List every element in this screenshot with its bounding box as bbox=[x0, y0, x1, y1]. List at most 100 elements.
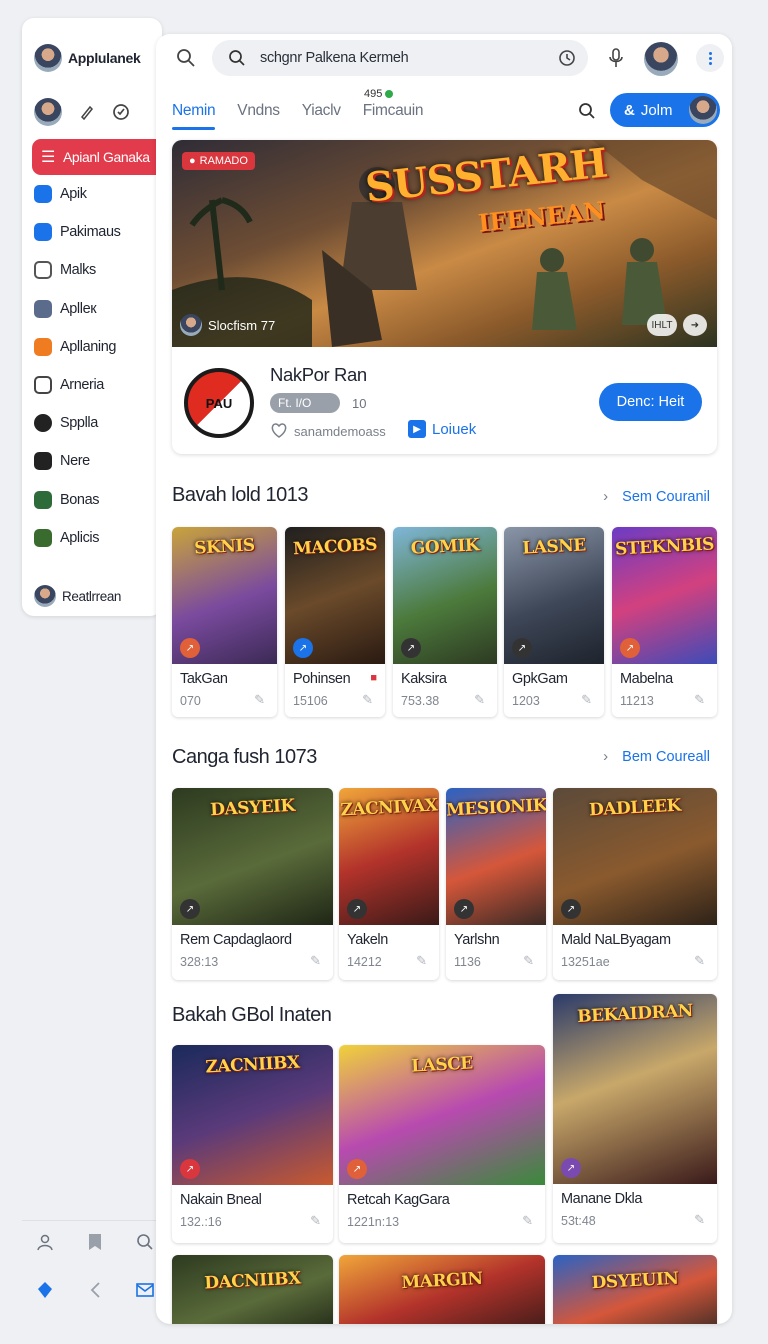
history-icon[interactable] bbox=[558, 49, 576, 71]
featured-card[interactable]: SUSSTARH IFENEAN ● RAMADO Slocfism 77 IH… bbox=[172, 140, 717, 454]
sidebar-item[interactable]: Arneria› bbox=[34, 366, 162, 404]
game-card[interactable]: ZACNIVAX ↗ Yakeln 14212 ✎ bbox=[339, 788, 439, 980]
person-icon[interactable] bbox=[36, 1233, 54, 1251]
sidebar-user[interactable]: Reatlrrean bbox=[34, 585, 121, 607]
check-circle-icon[interactable] bbox=[112, 103, 130, 121]
tab-2[interactable]: Yiaclv bbox=[302, 102, 341, 128]
edit-icon[interactable]: ✎ bbox=[416, 953, 427, 969]
game-thumbnail: DSYEUIN bbox=[553, 1255, 717, 1324]
mail-icon[interactable] bbox=[136, 1281, 154, 1299]
game-card[interactable]: DASYEIK ↗ Rem Capdaglaord 328:13 ✎ bbox=[172, 788, 333, 980]
game-card[interactable]: DADLEEK ↗ Mald NaLByagam 13251ae ✎ bbox=[553, 788, 717, 980]
game-count: 13251ae bbox=[561, 955, 610, 969]
game-card[interactable]: SKNIS ↗ TakGan 070 ✎ bbox=[172, 527, 277, 717]
black-square-icon bbox=[34, 452, 52, 471]
game-count: 15106 bbox=[293, 694, 328, 708]
mic-icon[interactable] bbox=[608, 48, 624, 73]
tab-3[interactable]: Fimcauin bbox=[363, 102, 424, 128]
bookmark-icon[interactable] bbox=[86, 1233, 104, 1251]
edit-icon[interactable]: ✎ bbox=[310, 953, 321, 969]
game-card[interactable]: DSYEUIN bbox=[553, 1255, 717, 1324]
sidebar-item[interactable]: Pakimaus› bbox=[34, 213, 162, 251]
back-icon[interactable] bbox=[86, 1281, 104, 1299]
sidebar-item[interactable]: Aplicis› bbox=[34, 519, 162, 557]
search-input[interactable]: schgnr Palkena Kermeh bbox=[212, 40, 588, 76]
avatar[interactable] bbox=[34, 44, 62, 72]
banner-control-button[interactable]: IHLT bbox=[647, 314, 677, 336]
game-thumbnail: STEKNBIS ↗ bbox=[612, 527, 717, 664]
game-name: Yarlshn bbox=[454, 932, 500, 948]
heart-icon[interactable] bbox=[270, 422, 288, 441]
chevron-right-icon: › bbox=[603, 488, 609, 505]
sidebar-header: Applulanek bbox=[34, 44, 141, 72]
search-icon[interactable] bbox=[176, 48, 196, 73]
profile-avatar[interactable] bbox=[34, 98, 62, 126]
game-card[interactable]: MARGIN bbox=[339, 1255, 545, 1324]
game-thumbnail: SKNIS ↗ bbox=[172, 527, 277, 664]
game-thumbnail: ZACNIVAX ↗ bbox=[339, 788, 439, 925]
banner-footer: Slocfism 77 bbox=[180, 314, 275, 336]
genre-badge-icon: ↗ bbox=[293, 638, 313, 658]
edit-icon[interactable]: ✎ bbox=[474, 692, 485, 708]
see-all-link[interactable]: › Bem Coureall bbox=[603, 748, 710, 765]
app-logo: PAU bbox=[184, 368, 254, 438]
sidebar-item[interactable]: Apllaning› bbox=[34, 328, 162, 366]
game-art-title: LASNE bbox=[521, 535, 587, 559]
edit-icon[interactable]: ✎ bbox=[694, 692, 705, 708]
game-card[interactable]: ZACNIIBX ↗ Nakain Bneal 132.:16 ✎ bbox=[172, 1045, 333, 1243]
person-icon bbox=[34, 223, 52, 242]
edit-icon[interactable]: ✎ bbox=[310, 1213, 321, 1229]
sidebar-item[interactable]: Malks› bbox=[34, 251, 162, 289]
rating-pill: Ft. I/O bbox=[270, 393, 340, 413]
game-card[interactable]: BEKAIDRAN ↗ Manane Dkla 53t:48 ✎ bbox=[553, 994, 717, 1243]
game-card[interactable]: LASCE ↗ Retcah KagGara 1221n:13 ✎ bbox=[339, 1045, 545, 1243]
game-art-title: MARGIN bbox=[400, 1268, 484, 1294]
edit-icon[interactable]: ✎ bbox=[362, 692, 373, 708]
account-avatar[interactable] bbox=[644, 42, 678, 76]
sidebar-item[interactable]: Bonas› bbox=[34, 481, 162, 519]
edit-icon[interactable]: ✎ bbox=[254, 692, 265, 708]
tab-1[interactable]: Vndns bbox=[237, 102, 280, 128]
edit-icon[interactable]: ✎ bbox=[522, 1213, 533, 1229]
game-card[interactable]: MESIONIK ↗ Yarlshn 1136 ✎ bbox=[446, 788, 546, 980]
join-button[interactable]: & Jolm bbox=[610, 93, 720, 127]
game-art-title: LASCE bbox=[410, 1053, 474, 1077]
game-card[interactable]: LASNE ↗ GpkGam 1203 ✎ bbox=[504, 527, 604, 717]
edit-icon[interactable]: ✎ bbox=[694, 1212, 705, 1228]
game-card[interactable]: MACOBS ↗ Pohinsen 15106 ✎ ■ bbox=[285, 527, 385, 717]
game-name: TakGan bbox=[180, 671, 228, 687]
search-icon bbox=[229, 50, 245, 66]
sidebar-item[interactable]: Spplla› bbox=[34, 404, 162, 442]
edit-icon[interactable]: ✎ bbox=[694, 953, 705, 969]
edit-icon[interactable]: ✎ bbox=[523, 953, 534, 969]
game-card[interactable]: STEKNBIS ↗ Mabelna 11213 ✎ bbox=[612, 527, 717, 717]
join-label: Jolm bbox=[640, 101, 673, 119]
pen-icon[interactable] bbox=[78, 103, 96, 121]
game-name: Mald NaLByagam bbox=[561, 932, 671, 948]
sidebar-item[interactable]: Apik› bbox=[34, 175, 162, 213]
edit-icon[interactable]: ✎ bbox=[581, 692, 592, 708]
game-count: 328:13 bbox=[180, 955, 219, 969]
game-card[interactable]: GOMIK ↗ Kaksira 753.38 ✎ bbox=[393, 527, 497, 717]
game-card[interactable]: DACNIIBX bbox=[172, 1255, 333, 1324]
app-link[interactable]: ▶ Loiuek bbox=[408, 420, 476, 438]
game-thumbnail: MARGIN bbox=[339, 1255, 545, 1324]
search-icon[interactable] bbox=[578, 102, 596, 125]
sidebar-item-active[interactable]: ☰ Apianl Ganaka bbox=[32, 139, 166, 175]
tab-0[interactable]: Nemin bbox=[172, 102, 216, 130]
game-art-title: DADLEEK bbox=[588, 795, 682, 821]
sidebar-item[interactable]: Aplleк› bbox=[34, 290, 162, 328]
sidebar-nav-list: Apik›Pakimaus›Malks›Aplleк›Apllaning›Arn… bbox=[34, 175, 162, 557]
install-button[interactable]: Denc: Heit bbox=[599, 383, 702, 421]
sidebar-bottom-bar bbox=[22, 1220, 162, 1314]
search-icon[interactable] bbox=[136, 1233, 154, 1251]
more-options-icon[interactable] bbox=[696, 44, 724, 72]
genre-badge-icon: ↗ bbox=[347, 899, 367, 919]
app-logo-text: PAU bbox=[205, 395, 233, 411]
section-title: Bakah GBol Inaten bbox=[172, 1004, 332, 1026]
next-arrow-icon[interactable]: ➜ bbox=[683, 314, 707, 336]
see-all-link[interactable]: › Sem Couranil bbox=[603, 488, 710, 505]
shield-icon[interactable] bbox=[36, 1281, 54, 1299]
game-thumbnail: MESIONIK ↗ bbox=[446, 788, 546, 925]
sidebar-item[interactable]: Nere› bbox=[34, 442, 162, 480]
